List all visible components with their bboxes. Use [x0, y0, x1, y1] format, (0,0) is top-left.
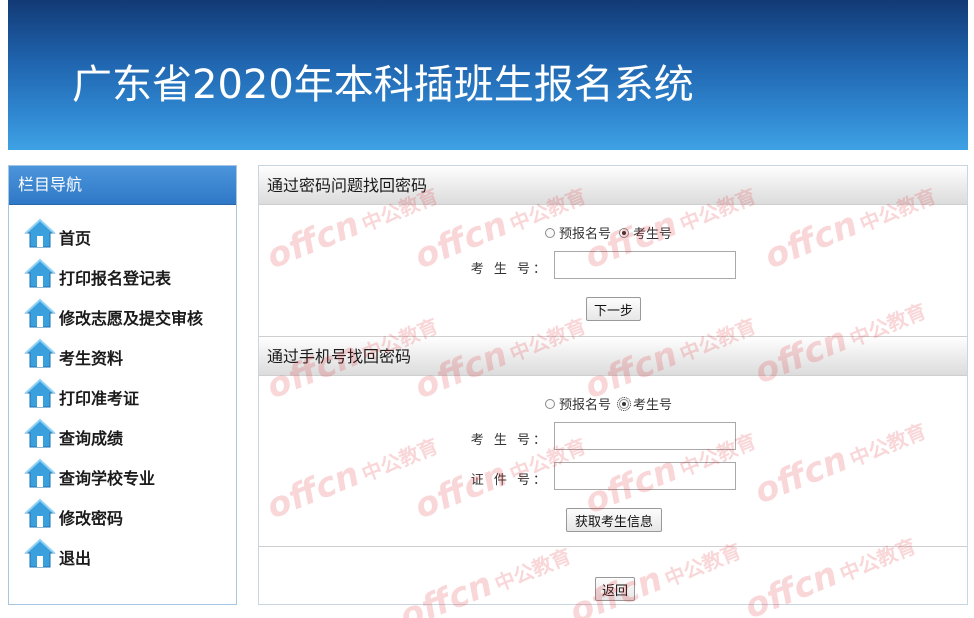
section-title-question: 通过密码问题找回密码	[259, 166, 967, 205]
get-candidate-info-button[interactable]: 获取考生信息	[566, 508, 662, 532]
sidebar-item-print-registration[interactable]: 打印报名登记表	[9, 253, 236, 293]
home-icon	[24, 338, 56, 368]
sidebar-title: 栏目导航	[9, 166, 236, 205]
radio-pre-registration-no[interactable]	[545, 398, 555, 409]
section-question-body: 预报名号 考生号 考 生 号： 下一步	[259, 205, 967, 337]
section-title-phone: 通过手机号找回密码	[259, 337, 967, 376]
sidebar-item-print-admission[interactable]: 打印准考证	[9, 373, 236, 413]
home-icon	[24, 498, 56, 528]
exam-no-input[interactable]	[554, 251, 736, 279]
radio-label: 考生号	[633, 227, 673, 242]
next-step-button[interactable]: 下一步	[586, 297, 641, 321]
radio-exam-no[interactable]	[619, 227, 630, 238]
page-header: 广东省2020年本科插班生报名系统	[8, 0, 968, 150]
home-icon	[24, 298, 56, 328]
sidebar-item-change-password[interactable]: 修改密码	[9, 493, 236, 533]
home-icon	[24, 538, 56, 568]
sidebar-item-label: 首页	[59, 229, 92, 248]
exam-no-label: 考 生 号：	[470, 433, 549, 448]
sidebar-item-label: 查询学校专业	[59, 469, 156, 488]
exam-no-label: 考 生 号：	[470, 262, 549, 277]
sidebar: 栏目导航 首页 打印报名登记表 修改志愿及提交审核 考生资料 打印准考证 查询成…	[8, 165, 237, 605]
sidebar-item-label: 修改密码	[59, 509, 124, 528]
sidebar-item-label: 打印准考证	[59, 389, 140, 408]
sidebar-item-candidate-info[interactable]: 考生资料	[9, 333, 236, 373]
sidebar-item-logout[interactable]: 退出	[9, 533, 236, 573]
sidebar-item-query-scores[interactable]: 查询成绩	[9, 413, 236, 453]
sidebar-item-label: 打印报名登记表	[59, 269, 172, 288]
sidebar-item-query-majors[interactable]: 查询学校专业	[9, 453, 236, 493]
radio-label: 预报名号	[559, 227, 612, 242]
sidebar-item-label: 退出	[59, 549, 92, 568]
sidebar-item-label: 查询成绩	[59, 429, 124, 448]
main-panel: 通过密码问题找回密码 预报名号 考生号 考 生 号： 下一步 通过手机号找回密码…	[258, 165, 968, 605]
id-no-input[interactable]	[554, 462, 736, 490]
nav-list: 首页 打印报名登记表 修改志愿及提交审核 考生资料 打印准考证 查询成绩 查询学…	[9, 205, 236, 573]
section-phone-body: 预报名号 考生号 考 生 号： 证 件 号： 获取考生信息	[259, 376, 967, 547]
exam-no-input[interactable]	[554, 422, 736, 450]
home-icon	[24, 458, 56, 488]
radio-label: 考生号	[633, 398, 673, 413]
home-icon	[24, 378, 56, 408]
home-icon	[24, 258, 56, 288]
footer-actions: 返回	[259, 547, 967, 604]
back-button[interactable]: 返回	[595, 577, 635, 601]
radio-label: 预报名号	[559, 398, 612, 413]
sidebar-item-modify-choices[interactable]: 修改志愿及提交审核	[9, 293, 236, 333]
home-icon	[24, 218, 56, 248]
sidebar-item-home[interactable]: 首页	[9, 213, 236, 253]
sidebar-item-label: 考生资料	[59, 349, 124, 368]
sidebar-item-label: 修改志愿及提交审核	[59, 309, 204, 328]
id-no-label: 证 件 号：	[470, 473, 549, 488]
radio-exam-no[interactable]	[617, 396, 632, 411]
id-type-radio-group: 预报名号 考生号	[545, 394, 680, 413]
home-icon	[24, 418, 56, 448]
radio-pre-registration-no[interactable]	[545, 227, 555, 238]
id-type-radio-group: 预报名号 考生号	[545, 223, 680, 242]
system-title: 广东省2020年本科插班生报名系统	[72, 62, 694, 108]
